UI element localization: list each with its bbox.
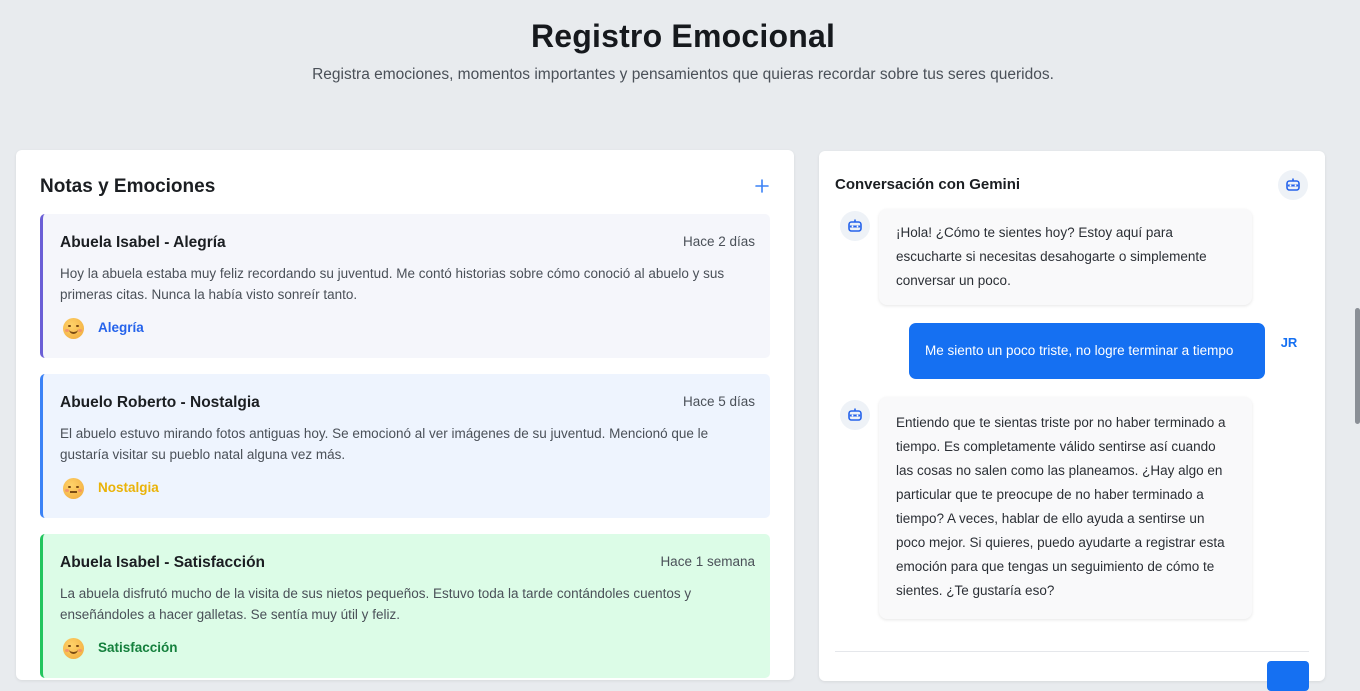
- note-title: Abuela Isabel - Satisfacción: [60, 554, 266, 571]
- note-time: Hace 1 semana: [660, 554, 755, 569]
- note-time: Hace 2 días: [682, 234, 755, 249]
- add-note-button[interactable]: [752, 176, 772, 196]
- smiling-face-icon: [63, 318, 84, 339]
- robot-icon[interactable]: [1278, 170, 1308, 200]
- robot-icon: [840, 400, 870, 430]
- chat-title: Conversación con Gemini: [835, 176, 1021, 193]
- user-message: Me siento un poco triste, no logre termi…: [909, 323, 1265, 379]
- emotion-tag: Nostalgia: [98, 480, 159, 495]
- notes-title: Notas y Emociones: [40, 176, 216, 197]
- note-title: Abuelo Roberto - Nostalgia: [60, 394, 260, 411]
- note-card[interactable]: Abuela Isabel - Alegría Hace 2 días Hoy …: [40, 214, 770, 358]
- robot-icon: [840, 211, 870, 241]
- smiling-face-icon: [63, 638, 84, 659]
- page-subtitle: Registra emociones, momentos importantes…: [312, 66, 1054, 83]
- note-title: Abuela Isabel - Alegría: [60, 234, 226, 251]
- avatar: JR: [1272, 326, 1306, 360]
- plus-icon: [755, 179, 769, 193]
- divider: [835, 651, 1309, 652]
- page-title: Registro Emocional: [530, 18, 836, 54]
- note-body: El abuelo estuvo mirando fotos antiguas …: [60, 426, 709, 462]
- note-card[interactable]: Abuelo Roberto - Nostalgia Hace 5 días E…: [40, 374, 770, 518]
- emotion-tag: Satisfacción: [98, 640, 178, 655]
- note-time: Hace 5 días: [682, 394, 755, 409]
- pensive-face-icon: [63, 478, 84, 499]
- notes-panel: Notas y Emociones Abuela Isabel - Alegrí…: [16, 150, 794, 680]
- bot-message: ¡Hola! ¿Cómo te sientes hoy? Estoy aquí …: [879, 209, 1252, 305]
- note-body: Hoy la abuela estaba muy feliz recordand…: [60, 266, 725, 302]
- note-card[interactable]: Abuela Isabel - Satisfacción Hace 1 sema…: [40, 534, 770, 678]
- bot-message: Entiendo que te sientas triste por no ha…: [879, 397, 1252, 619]
- scrollbar[interactable]: [1355, 308, 1360, 424]
- note-body: La abuela disfrutó mucho de la visita de…: [60, 586, 692, 622]
- emotion-tag: Alegría: [98, 320, 144, 335]
- chat-panel: Conversación con Gemini ¡Hola! ¿Cómo te …: [819, 151, 1325, 691]
